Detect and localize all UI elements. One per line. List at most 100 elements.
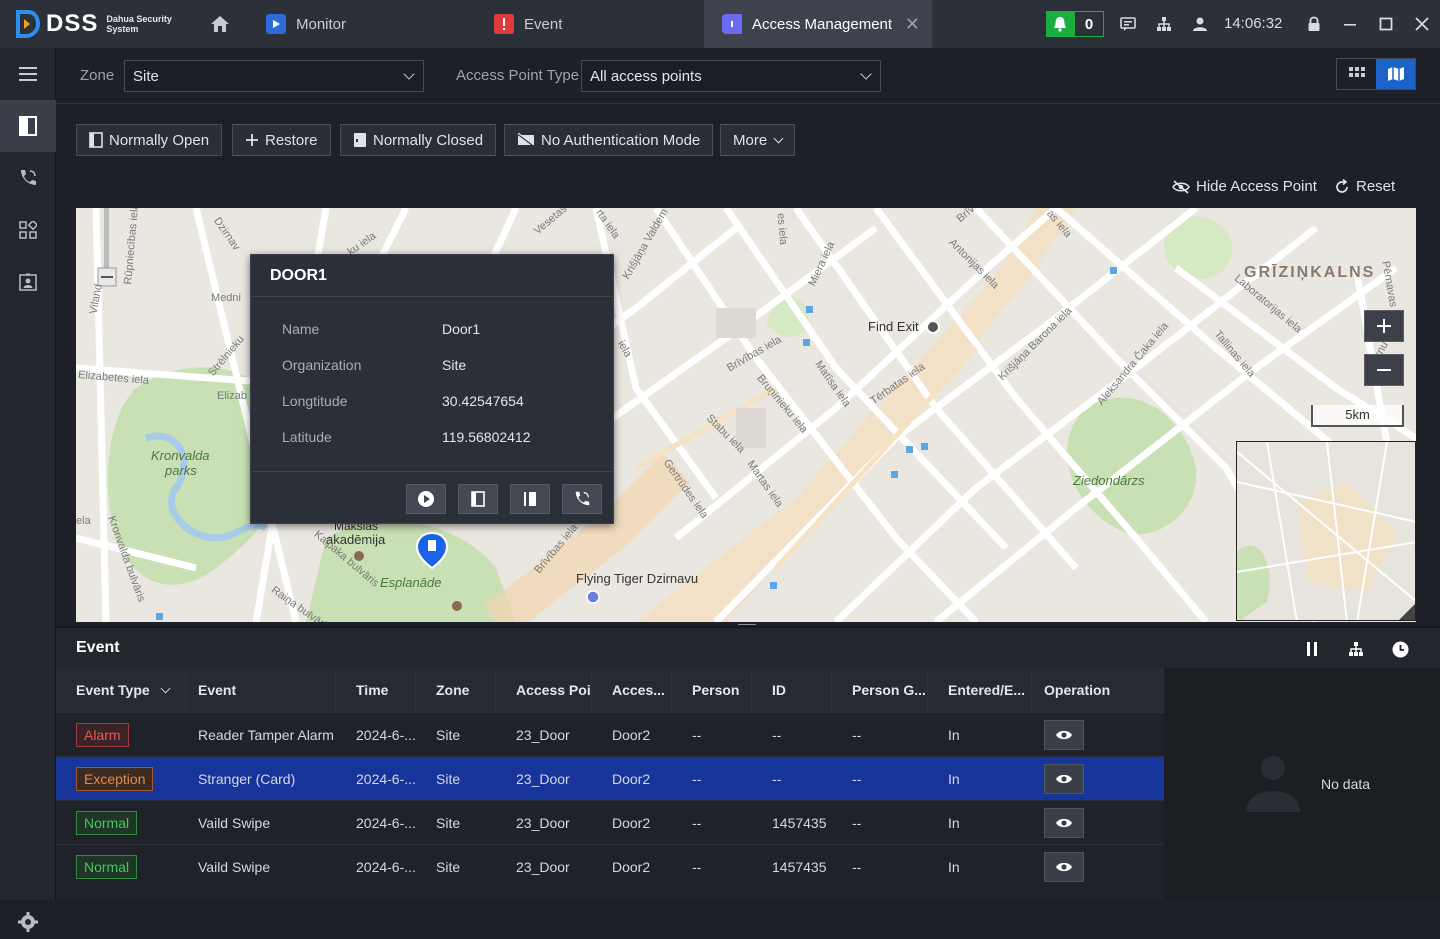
popup-door-close-button[interactable] bbox=[510, 484, 550, 514]
cell-access: Door2 bbox=[612, 771, 651, 787]
tab-label: Monitor bbox=[296, 15, 347, 33]
normally-closed-button[interactable]: Normally Closed bbox=[340, 124, 497, 156]
zone-select[interactable]: Site bbox=[124, 60, 424, 92]
reset-button[interactable]: Reset bbox=[1334, 178, 1395, 195]
plus-icon bbox=[1377, 319, 1391, 333]
left-sidebar bbox=[0, 48, 56, 932]
view-details-button[interactable] bbox=[1044, 808, 1084, 838]
reset-icon bbox=[1334, 178, 1350, 195]
column-header-zone[interactable]: Zone bbox=[416, 668, 496, 712]
brand-name: DSS bbox=[46, 10, 99, 37]
cell-event: Stranger (Card) bbox=[198, 771, 296, 787]
pause-button[interactable] bbox=[1301, 638, 1323, 660]
home-button[interactable] bbox=[202, 0, 238, 48]
map-label: Flying Tiger Dzirnavu bbox=[576, 571, 699, 586]
column-header-entered-exited[interactable]: Entered/E... bbox=[928, 668, 1032, 712]
sidebar-item-access-point[interactable] bbox=[0, 100, 56, 152]
hide-access-point-button[interactable]: Hide Access Point bbox=[1172, 178, 1317, 195]
eye-icon bbox=[1056, 774, 1072, 784]
table-row[interactable]: Normal Vaild Swipe 2024-6-... Site 23_Do… bbox=[56, 844, 1164, 888]
table-row-selected[interactable]: Exception Stranger (Card) 2024-6-... Sit… bbox=[56, 756, 1164, 800]
hide-access-point-label: Hide Access Point bbox=[1196, 178, 1317, 195]
column-header-event-type[interactable]: Event Type bbox=[56, 668, 186, 712]
no-authentication-mode-button[interactable]: No Authentication Mode bbox=[504, 124, 714, 156]
map-view-button[interactable] bbox=[1376, 59, 1415, 89]
minimize-icon[interactable] bbox=[1340, 14, 1360, 34]
settings-gear-icon[interactable] bbox=[16, 910, 40, 934]
sidebar-item-dashboard[interactable] bbox=[0, 204, 56, 256]
map-view-icon bbox=[1387, 67, 1404, 81]
menu-toggle-button[interactable] bbox=[0, 48, 56, 100]
close-window-icon[interactable] bbox=[1412, 14, 1432, 34]
column-header-person[interactable]: Person bbox=[672, 668, 752, 712]
popup-title: DOOR1 bbox=[251, 255, 613, 297]
popup-field-value: 30.42547654 bbox=[442, 393, 524, 409]
normally-open-button[interactable]: Normally Open bbox=[76, 124, 223, 156]
network-tree-icon bbox=[1349, 642, 1363, 656]
zoom-in-button[interactable] bbox=[1364, 310, 1404, 342]
tab-monitor[interactable]: Monitor bbox=[256, 0, 476, 48]
plus-icon bbox=[245, 133, 259, 147]
close-tab-icon[interactable]: ✕ bbox=[905, 14, 920, 35]
cell-person-group: -- bbox=[852, 727, 862, 743]
lock-icon[interactable] bbox=[1304, 14, 1324, 34]
network-icon[interactable] bbox=[1154, 14, 1174, 34]
user-icon[interactable] bbox=[1190, 14, 1210, 34]
pause-icon bbox=[1307, 642, 1317, 656]
restore-button[interactable]: Restore bbox=[232, 124, 331, 156]
table-row[interactable]: Alarm Reader Tamper Alarm 2024-6-... Sit… bbox=[56, 712, 1164, 756]
monitor-icon bbox=[266, 14, 286, 34]
minus-icon bbox=[1377, 369, 1391, 371]
map-label: parks bbox=[165, 463, 197, 478]
cell-entered: In bbox=[948, 815, 960, 831]
map-label: Medni bbox=[211, 292, 241, 304]
maximize-icon[interactable] bbox=[1376, 14, 1396, 34]
alarm-counter[interactable]: 0 bbox=[1046, 11, 1106, 37]
popup-call-button[interactable] bbox=[562, 484, 602, 514]
event-type-badge: Normal bbox=[76, 811, 138, 835]
cell-time: 2024-6-... bbox=[356, 859, 416, 875]
hamburger-menu-icon bbox=[19, 67, 37, 81]
tab-event[interactable]: Event bbox=[486, 0, 704, 48]
cell-access: Door2 bbox=[612, 815, 651, 831]
dss-logo-icon bbox=[16, 10, 41, 38]
column-header-person-group[interactable]: Person G... bbox=[832, 668, 928, 712]
event-filter-tree-button[interactable] bbox=[1345, 638, 1367, 660]
map-label: Ziedondārzs bbox=[1073, 473, 1145, 488]
popup-field-label: Longtitude bbox=[282, 393, 348, 409]
view-details-button[interactable] bbox=[1044, 720, 1084, 750]
chevron-down-icon bbox=[773, 133, 784, 143]
cell-entered: In bbox=[948, 727, 960, 743]
popup-live-view-button[interactable] bbox=[406, 484, 446, 514]
chevron-down-icon bbox=[160, 683, 170, 694]
view-details-button[interactable] bbox=[1044, 764, 1084, 794]
popup-door-open-button[interactable] bbox=[458, 484, 498, 514]
cell-entered: In bbox=[948, 771, 960, 787]
column-header-access-point[interactable]: Access Point bbox=[496, 668, 592, 712]
no-authentication-mode-label: No Authentication Mode bbox=[541, 131, 701, 149]
history-button[interactable] bbox=[1389, 638, 1411, 660]
table-row[interactable]: Normal Vaild Swipe 2024-6-... Site 23_Do… bbox=[56, 800, 1164, 844]
cell-time: 2024-6-... bbox=[356, 815, 416, 831]
popup-field-value: 119.56802412 bbox=[442, 429, 531, 445]
message-icon[interactable] bbox=[1118, 14, 1138, 34]
cell-person-group: -- bbox=[852, 815, 862, 831]
view-details-button[interactable] bbox=[1044, 852, 1084, 882]
column-header-id[interactable]: ID bbox=[752, 668, 832, 712]
tab-access-management[interactable]: Access Management ✕ bbox=[704, 0, 932, 48]
column-header-event[interactable]: Event bbox=[178, 668, 336, 712]
more-button[interactable]: More bbox=[720, 124, 796, 156]
overview-minimap[interactable] bbox=[1236, 441, 1416, 621]
no-card-icon bbox=[517, 133, 535, 147]
zoom-out-button[interactable] bbox=[1364, 354, 1404, 386]
column-header-access[interactable]: Acces... bbox=[592, 668, 672, 712]
sidebar-item-person-records[interactable] bbox=[0, 256, 56, 308]
access-point-type-select[interactable]: All access points bbox=[581, 60, 881, 92]
chevron-down-icon bbox=[403, 68, 415, 80]
grid-view-button[interactable] bbox=[1337, 59, 1376, 89]
column-header-time[interactable]: Time bbox=[336, 668, 416, 712]
map-scale: 5km bbox=[1311, 405, 1404, 427]
normally-open-label: Normally Open bbox=[109, 131, 210, 149]
cell-zone: Site bbox=[436, 815, 461, 831]
sidebar-item-video-intercom[interactable] bbox=[0, 152, 56, 204]
